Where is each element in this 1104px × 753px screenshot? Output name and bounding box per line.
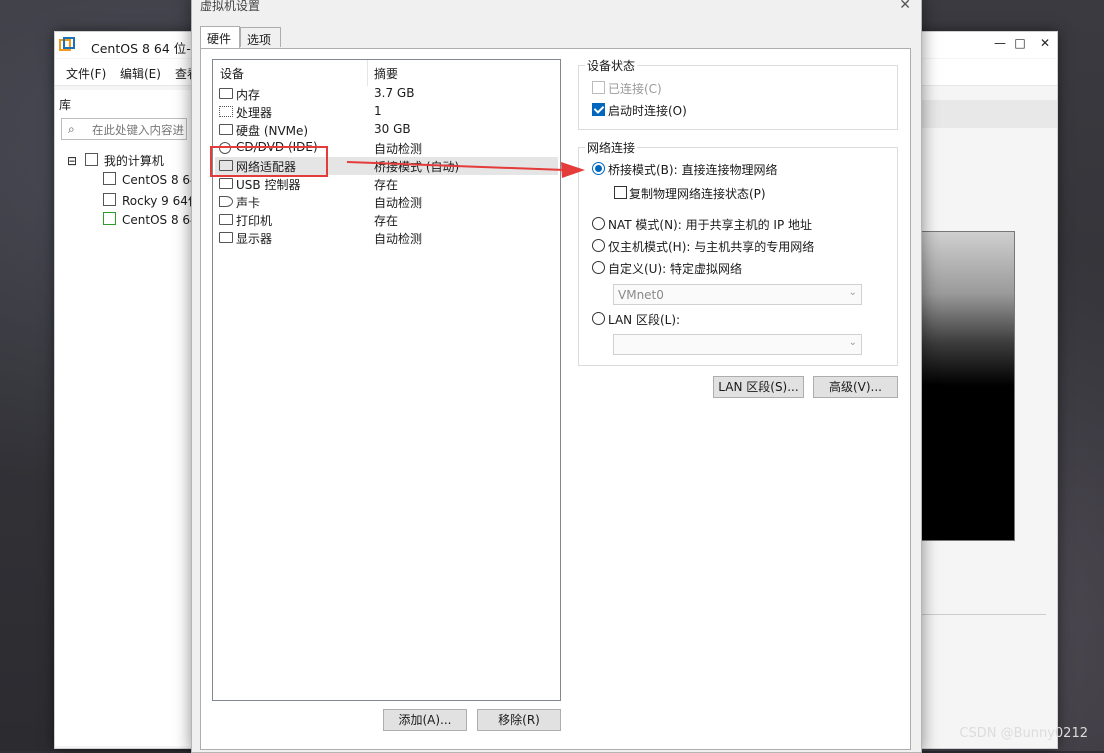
annotation-arrow <box>346 161 585 178</box>
watermark-text: CSDN @Bunny0212 <box>959 726 1088 741</box>
